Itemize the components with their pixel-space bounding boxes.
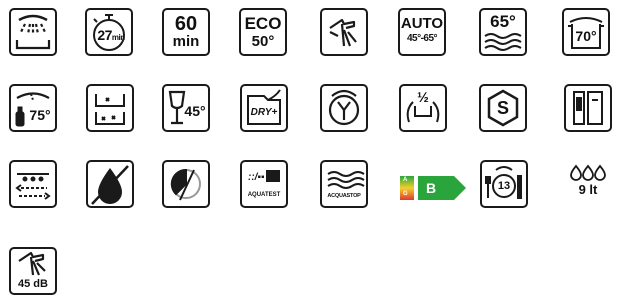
dry-label: DRY+ bbox=[250, 107, 278, 118]
place-settings-value: 13 bbox=[497, 180, 511, 192]
salt-gauge-icon bbox=[162, 160, 210, 208]
glass-value: 45° bbox=[184, 103, 206, 119]
temp-65-icon: 65° bbox=[479, 8, 527, 56]
eco-line1: ECO bbox=[244, 14, 282, 33]
aquatest-sensor-icon: ::/▪▪ AQUATEST bbox=[240, 160, 288, 208]
auto-line1: AUTO bbox=[400, 15, 444, 32]
rinse-aid-drop-icon bbox=[86, 160, 134, 208]
program-60min-icon: 60 min bbox=[162, 8, 210, 56]
wine-glass-45-icon: 45° bbox=[162, 84, 210, 132]
svg-text:::/▪▪: ::/▪▪ bbox=[248, 172, 265, 183]
half-load-icon: ½ bbox=[399, 84, 447, 132]
sanitize-letter: S bbox=[496, 98, 509, 118]
min60-value: 60 bbox=[174, 13, 198, 35]
aquatest-label: AQUATEST bbox=[247, 192, 281, 198]
energy-class-badge: A G B bbox=[400, 176, 466, 200]
energy-scale-bottom: G bbox=[403, 191, 408, 197]
energy-scale-top: A bbox=[403, 177, 408, 183]
eco-50-icon: ECO 50° bbox=[239, 8, 287, 56]
pot-value: 70° bbox=[575, 28, 597, 44]
noise-45db-icon: 45 dB bbox=[9, 247, 57, 295]
auto-line2: 45°-65° bbox=[406, 33, 438, 44]
noise-value: 45 dB bbox=[18, 278, 48, 290]
acquastop-label: ACQUASTOP bbox=[327, 193, 361, 199]
upper-lower-basket-icon bbox=[86, 84, 134, 132]
min60-unit: min bbox=[172, 33, 200, 50]
quick-unit: min bbox=[111, 33, 125, 42]
bottle-value: 75° bbox=[29, 107, 51, 123]
eco-line2: 50° bbox=[251, 33, 275, 50]
acquastop-waves-icon: ACQUASTOP bbox=[320, 160, 368, 208]
water-consumption-icon: 9 lt bbox=[564, 160, 612, 208]
auto-45-65-icon: AUTO 45°-65° bbox=[398, 8, 446, 56]
quick-27min-icon: 27min bbox=[85, 8, 133, 56]
spray-arms-icon bbox=[9, 160, 57, 208]
pot-70-icon: 70° bbox=[562, 8, 610, 56]
prewash-spray-icon bbox=[9, 8, 57, 56]
clock-timer-icon bbox=[320, 84, 368, 132]
energy-rating: B bbox=[426, 180, 437, 196]
water-value: 9 lt bbox=[578, 182, 598, 197]
silent-hand-icon bbox=[320, 8, 368, 56]
place-settings-icon: 13 bbox=[480, 160, 528, 208]
appliance-panel-icon bbox=[564, 84, 612, 132]
baby-bottle-75-icon: 75° bbox=[9, 84, 57, 132]
quick-value: 27 bbox=[97, 27, 112, 43]
dry-plus-icon: DRY+ bbox=[240, 84, 288, 132]
sanitize-s-icon: S bbox=[479, 84, 527, 132]
